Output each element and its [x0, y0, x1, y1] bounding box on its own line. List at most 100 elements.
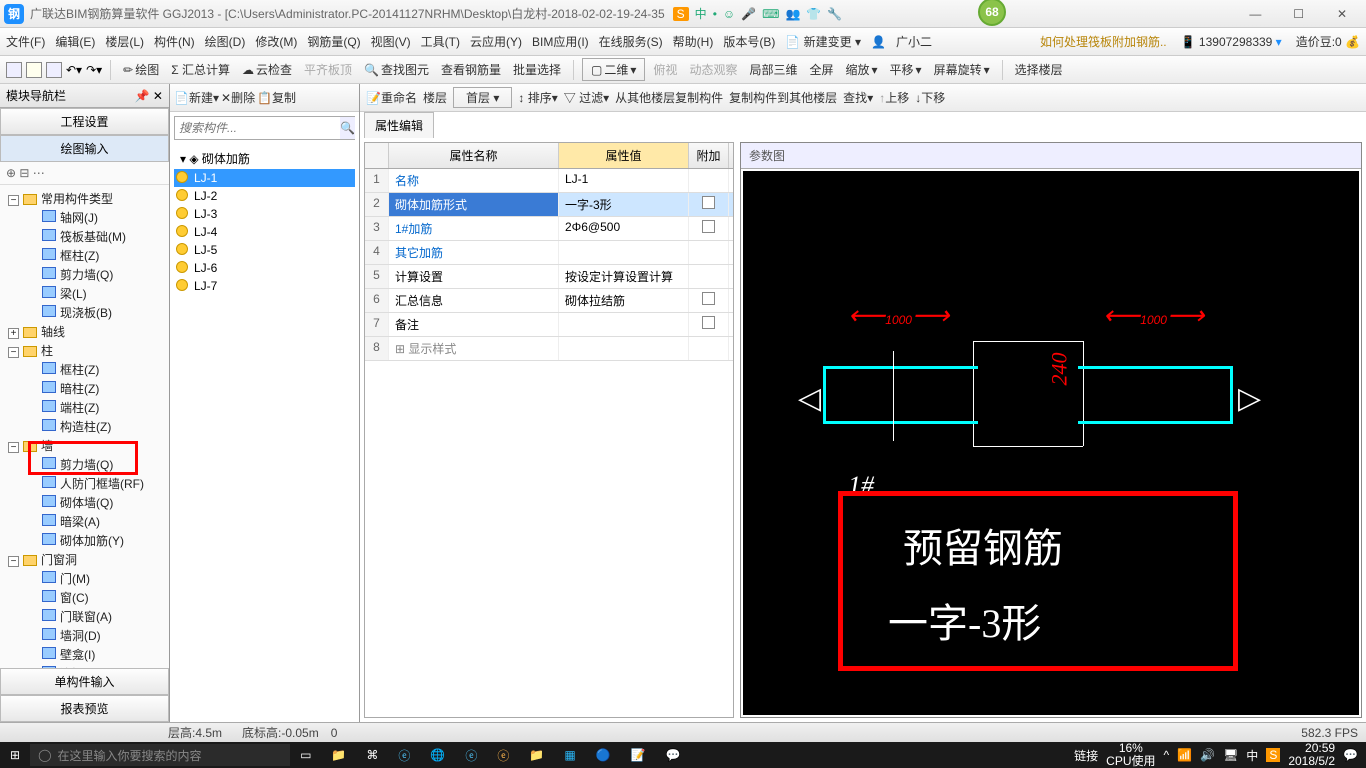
ime-mic-icon[interactable]: 🎤	[741, 7, 756, 21]
flat-top-button[interactable]: 平齐板顶	[300, 61, 356, 78]
ime-dot[interactable]: •	[713, 7, 717, 21]
ime-shirt-icon[interactable]: 👕	[806, 7, 821, 21]
tree-door-3[interactable]: 墙洞(D)	[2, 626, 167, 645]
task-browser-icon[interactable]: 🌐	[420, 742, 455, 768]
property-tab[interactable]: 属性编辑	[364, 112, 434, 138]
report-preview-tab[interactable]: 报表预览	[0, 695, 169, 722]
list-item-lj1[interactable]: LJ-1	[174, 169, 355, 187]
project-settings-tab[interactable]: 工程设置	[0, 108, 169, 135]
prop-row-6[interactable]: 6汇总信息砌体拉结筋	[365, 289, 733, 313]
prop-row-5[interactable]: 5计算设置按设定计算设置计算	[365, 265, 733, 289]
menu-online[interactable]: 在线服务(S)	[599, 33, 663, 50]
tree-col-3[interactable]: 构造柱(Z)	[2, 417, 167, 436]
menu-bim[interactable]: BIM应用(I)	[532, 33, 589, 50]
tree-axis[interactable]: +轴线	[2, 322, 167, 341]
fullscreen-button[interactable]: 全屏	[805, 61, 837, 78]
menu-steel[interactable]: 钢筋量(Q)	[307, 33, 360, 50]
tray-s-icon[interactable]: S	[1266, 748, 1280, 762]
menu-draw[interactable]: 绘图(D)	[205, 33, 246, 50]
find-button[interactable]: 查找▾	[843, 89, 873, 106]
menu-component[interactable]: 构件(N)	[154, 33, 195, 50]
ime-smile-icon[interactable]: ☺	[723, 7, 735, 21]
task-folder-icon[interactable]: 📁	[519, 742, 554, 768]
tree-wall-3[interactable]: 暗梁(A)	[2, 512, 167, 531]
select-floor-button[interactable]: 选择楼层	[1011, 61, 1067, 78]
find-element-button[interactable]: 🔍 查找图元	[360, 61, 433, 78]
menu-floor[interactable]: 楼层(L)	[105, 33, 144, 50]
tree-axis-grid[interactable]: 轴网(J)	[2, 208, 167, 227]
task-app1-icon[interactable]: ⌘	[356, 742, 388, 768]
tree-col-2[interactable]: 端柱(Z)	[2, 398, 167, 417]
list-item-lj2[interactable]: LJ-2	[174, 187, 355, 205]
dynamic-view-button[interactable]: 动态观察	[685, 61, 741, 78]
tray-link[interactable]: 链接	[1074, 747, 1098, 764]
copy-from-button[interactable]: 从其他楼层复制构件	[615, 89, 723, 106]
tree-wall[interactable]: −墙	[2, 436, 167, 455]
first-floor-select[interactable]: 首层 ▾	[453, 87, 512, 108]
clock[interactable]: 20:592018/5/2	[1288, 742, 1335, 768]
tree-door[interactable]: −门窗洞	[2, 550, 167, 569]
single-input-tab[interactable]: 单构件输入	[0, 668, 169, 695]
list-item-lj6[interactable]: LJ-6	[174, 259, 355, 277]
menu-tools[interactable]: 工具(T)	[421, 33, 460, 50]
ime-people-icon[interactable]: 👥	[785, 7, 800, 21]
open-icon[interactable]	[26, 62, 42, 78]
redo-button[interactable]: ↷▾	[86, 63, 102, 77]
start-button[interactable]: ⊞	[0, 742, 30, 768]
task-explorer-icon[interactable]: 📁	[321, 742, 356, 768]
tree-shear-wall[interactable]: 剪力墙(Q)	[2, 265, 167, 284]
task-chat-icon[interactable]: 💬	[656, 742, 691, 768]
menu-cloud[interactable]: 云应用(Y)	[470, 33, 522, 50]
tree-col-1[interactable]: 暗柱(Z)	[2, 379, 167, 398]
tray-net-icon[interactable]: 📶	[1177, 748, 1192, 762]
tree-raft[interactable]: 筏板基础(M)	[2, 227, 167, 246]
sum-button[interactable]: Σ 汇总计算	[167, 61, 234, 78]
tray-lang[interactable]: 中	[1246, 747, 1258, 764]
checkbox-3[interactable]	[702, 220, 715, 233]
task-view-icon[interactable]: ▭	[290, 742, 321, 768]
new-component-button[interactable]: 📄新建▾	[174, 89, 219, 106]
ime-s-icon[interactable]: S	[673, 7, 689, 21]
save-icon[interactable]	[46, 62, 62, 78]
list-category[interactable]: ▾ ◈ 砌体加筋	[174, 148, 355, 169]
zoom-button[interactable]: 缩放 ▾	[841, 61, 881, 78]
prop-row-8[interactable]: 8⊞ 显示样式	[365, 337, 733, 361]
rename-button[interactable]: 📝重命名	[366, 89, 417, 106]
filter-button[interactable]: ▽ 过滤▾	[564, 89, 609, 106]
draw-button[interactable]: ✏ 绘图	[119, 61, 163, 78]
tree-beam[interactable]: 梁(L)	[2, 284, 167, 303]
menu-version[interactable]: 版本号(B)	[723, 33, 775, 50]
notification-icon[interactable]: 💬	[1343, 748, 1358, 762]
undo-button[interactable]: ↶▾	[66, 63, 82, 77]
tree-col-0[interactable]: 框柱(Z)	[2, 360, 167, 379]
copy-component-button[interactable]: 📋复制	[257, 89, 296, 106]
list-item-lj4[interactable]: LJ-4	[174, 223, 355, 241]
menu-view[interactable]: 视图(V)	[371, 33, 411, 50]
tree-wall-0[interactable]: 剪力墙(Q)	[2, 455, 167, 474]
local-3d-button[interactable]: 局部三维	[745, 61, 801, 78]
taskbar-search[interactable]: ◯ 在这里输入你要搜索的内容	[30, 744, 290, 766]
tree-column[interactable]: −柱	[2, 341, 167, 360]
menu-help[interactable]: 帮助(H)	[673, 33, 714, 50]
pan-button[interactable]: 平移 ▾	[886, 61, 926, 78]
phone-number[interactable]: 📱 13907298339 ▾	[1181, 35, 1282, 49]
rotate-button[interactable]: 屏幕旋转 ▾	[930, 61, 994, 78]
badge-68[interactable]: 68	[978, 0, 1006, 26]
cpu-meter[interactable]: 16%CPU使用	[1106, 742, 1155, 768]
ime-kb-icon[interactable]: ⌨	[762, 7, 779, 21]
checkbox-6[interactable]	[702, 292, 715, 305]
list-item-lj3[interactable]: LJ-3	[174, 205, 355, 223]
task-note-icon[interactable]: 📝	[621, 742, 656, 768]
ime-lang[interactable]: 中	[695, 5, 707, 22]
prop-row-2[interactable]: 2砌体加筋形式一字-3形	[365, 193, 733, 217]
move-down-button[interactable]: ↓下移	[915, 89, 945, 106]
prop-row-7[interactable]: 7备注	[365, 313, 733, 337]
tree-wall-1[interactable]: 人防门框墙(RF)	[2, 474, 167, 493]
menu-edit[interactable]: 编辑(E)	[55, 33, 95, 50]
task-ie-icon[interactable]: ⓔ	[455, 742, 487, 768]
search-input[interactable]	[175, 117, 340, 139]
draw-input-tab[interactable]: 绘图输入	[0, 135, 169, 162]
view-2d-select[interactable]: ▢ 二维 ▾	[582, 58, 645, 81]
menu-modify[interactable]: 修改(M)	[255, 33, 297, 50]
checkbox-7[interactable]	[702, 316, 715, 329]
